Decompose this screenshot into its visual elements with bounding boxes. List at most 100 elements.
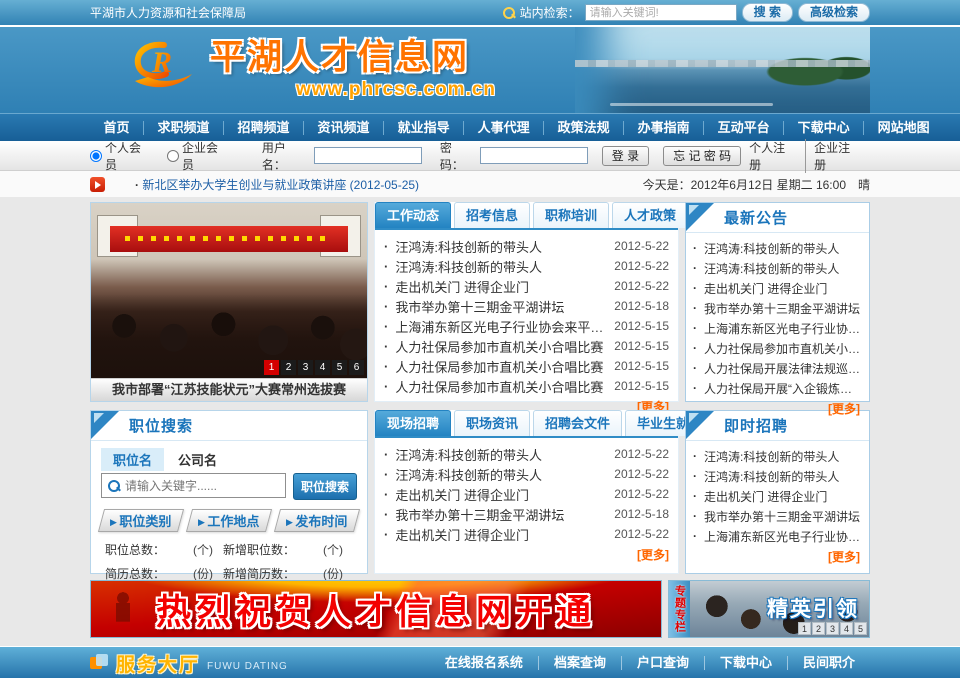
news-link[interactable]: 走出机关门 进得企业门: [395, 277, 608, 296]
notice-link[interactable]: 上海浦东新区光电子行业协会来平考: [704, 320, 862, 337]
instant-recruit-list: · 汪鸿涛:科技创新的带头人 · 汪鸿涛:科技创新的带头人 · 走出机关门 进得…: [686, 441, 869, 546]
recruit-link[interactable]: 走出机关门 进得企业门: [704, 488, 862, 505]
keyword-input[interactable]: [125, 479, 280, 493]
tab-talent-policy[interactable]: 人才政策: [612, 202, 688, 228]
password-label: 密码：: [440, 139, 476, 173]
service-link[interactable]: 户口查询: [621, 656, 704, 670]
company-member-radio-input[interactable]: [167, 150, 179, 162]
recruit-link[interactable]: 上海浦东新区光电子行业协会来平考: [704, 528, 862, 545]
notice-link[interactable]: 汪鸿涛:科技创新的带头人: [704, 240, 862, 257]
site-brand[interactable]: R 平湖人才信息网 www.phrcsc.com.cn: [130, 39, 496, 101]
nav-link[interactable]: 政策法规: [543, 121, 623, 135]
tab-position-name[interactable]: 职位名: [101, 448, 164, 471]
tab-jobfair-files[interactable]: 招聘会文件: [533, 410, 622, 436]
news-link[interactable]: 汪鸿涛:科技创新的带头人: [395, 257, 608, 276]
nav-link[interactable]: 首页: [90, 121, 143, 135]
recruit-news-more-link[interactable]: [更多]: [637, 548, 669, 562]
photo-caption-link[interactable]: 我市部署“江苏技能状元”大赛常州选拔赛: [91, 378, 367, 401]
bullet-icon: ·: [384, 487, 388, 502]
personal-member-radio-input[interactable]: [90, 150, 102, 162]
photo-page-number[interactable]: 1: [264, 360, 279, 375]
photo-page-number[interactable]: 4: [315, 360, 330, 375]
notice-link[interactable]: 人力社保局开展法律法规巡回培训: [704, 360, 862, 377]
news-link[interactable]: 走出机关门 进得企业门: [395, 485, 608, 504]
conference-photo[interactable]: 123456: [91, 203, 367, 378]
search-icon: [502, 6, 515, 19]
service-link[interactable]: 民间职介: [787, 656, 870, 670]
recruit-link[interactable]: 汪鸿涛:科技创新的带头人: [704, 468, 862, 485]
job-filter-button[interactable]: 职位类别: [98, 509, 184, 532]
tab-career-info[interactable]: 职场资讯: [454, 410, 530, 436]
personal-member-radio[interactable]: 个人会员: [90, 139, 153, 173]
nav-link[interactable]: 人事代理: [463, 121, 543, 135]
job-filter-button[interactable]: 工作地点: [186, 509, 272, 532]
bullet-icon: ·: [693, 361, 697, 375]
tab-title-training[interactable]: 职称培训: [533, 202, 609, 228]
photo-page-number[interactable]: 3: [298, 360, 313, 375]
nav-link[interactable]: 资讯频道: [303, 121, 383, 135]
nav-link[interactable]: 下载中心: [783, 121, 863, 135]
bullet-icon: ·: [693, 489, 697, 503]
news-link[interactable]: 人力社保局参加市直机关小合唱比赛: [395, 377, 608, 396]
news-link[interactable]: 我市举办第十三期金平湖讲坛: [395, 297, 608, 316]
nav-link[interactable]: 就业指导: [383, 121, 463, 135]
site-search-button[interactable]: 搜 索: [742, 3, 793, 22]
nav-link[interactable]: 互动平台: [703, 121, 783, 135]
notice-link[interactable]: 走出机关门 进得企业门: [704, 280, 862, 297]
news-list-item: · 走出机关门 进得企业门 2012-5-22: [384, 524, 669, 544]
news-date: 2012-5-22: [614, 487, 669, 501]
job-stat-unit: (个): [295, 541, 353, 558]
news-list-item: · 走出机关门 进得企业门 2012-5-22: [384, 276, 669, 296]
banner-page-number[interactable]: 2: [812, 622, 825, 635]
forgot-password-button[interactable]: 忘 记 密 码: [663, 146, 741, 166]
register-link[interactable]: 企业注册: [805, 139, 870, 173]
special-column-banner[interactable]: 专题专栏 精英引领 12345: [668, 580, 870, 638]
service-link[interactable]: 下载中心: [704, 656, 787, 670]
job-filter-button[interactable]: 发布时间: [274, 509, 360, 532]
service-link[interactable]: 在线报名系统: [430, 656, 538, 670]
notice-link[interactable]: 人力社保局参加市直机关小合唱比赛: [704, 340, 862, 357]
tab-work-news[interactable]: 工作动态: [375, 202, 451, 228]
company-member-radio[interactable]: 企业会员: [167, 139, 230, 173]
news-link[interactable]: 我市举办第十三期金平湖讲坛: [395, 505, 608, 524]
notice-link[interactable]: 人力社保局开展“入企锻炼提素质”: [704, 380, 862, 397]
photo-page-number[interactable]: 2: [281, 360, 296, 375]
news-link[interactable]: 汪鸿涛:科技创新的带头人: [395, 465, 608, 484]
news-link[interactable]: 汪鸿涛:科技创新的带头人: [395, 445, 608, 464]
celebration-banner[interactable]: 热烈祝贺人才信息网开通: [90, 580, 662, 638]
tab-company-name[interactable]: 公司名: [166, 448, 229, 471]
recruit-link[interactable]: 我市举办第十三期金平湖讲坛: [704, 508, 862, 525]
news-link[interactable]: 人力社保局参加市直机关小合唱比赛: [395, 357, 608, 376]
photo-page-number[interactable]: 5: [332, 360, 347, 375]
recruit-link[interactable]: 汪鸿涛:科技创新的带头人: [704, 448, 862, 465]
tab-exam-info[interactable]: 招考信息: [454, 202, 530, 228]
job-search-button[interactable]: 职位搜索: [293, 473, 357, 500]
nav-link[interactable]: 办事指南: [623, 121, 703, 135]
username-field[interactable]: [314, 147, 422, 164]
service-link[interactable]: 档案查询: [538, 656, 621, 670]
advanced-search-button[interactable]: 高级检索: [798, 3, 870, 22]
tab-onsite-recruit[interactable]: 现场招聘: [375, 410, 451, 436]
register-link[interactable]: 个人注册: [741, 139, 805, 173]
password-field[interactable]: [480, 147, 588, 164]
photo-pagination: 123456: [264, 360, 364, 375]
notice-link[interactable]: 汪鸿涛:科技创新的带头人: [704, 260, 862, 277]
news-link[interactable]: 走出机关门 进得企业门: [395, 525, 608, 544]
login-button[interactable]: 登 录: [602, 146, 649, 166]
nav-link[interactable]: 招聘频道: [223, 121, 303, 135]
banner-page-number[interactable]: 5: [854, 622, 867, 635]
banner-page-number[interactable]: 4: [840, 622, 853, 635]
ticker-headline[interactable]: 新北区举办大学生创业与就业政策讲座 (2012-05-25): [135, 176, 419, 193]
nav-link[interactable]: 网站地图: [863, 121, 943, 135]
news-link[interactable]: 上海浦东新区光电子行业协会来平考察: [395, 317, 608, 336]
photo-page-number[interactable]: 6: [349, 360, 364, 375]
site-search-input[interactable]: [585, 4, 737, 21]
instant-more-link[interactable]: [更多]: [828, 550, 860, 564]
notice-link[interactable]: 我市举办第十三期金平湖讲坛: [704, 300, 862, 317]
banner-page-number[interactable]: 3: [826, 622, 839, 635]
news-link[interactable]: 汪鸿涛:科技创新的带头人: [395, 237, 608, 256]
banner-page-number[interactable]: 1: [798, 622, 811, 635]
news-link[interactable]: 人力社保局参加市直机关小合唱比赛: [395, 337, 608, 356]
main-nav-items: 首页求职频道招聘频道资讯频道就业指导人事代理政策法规办事指南互动平台下载中心网站…: [90, 114, 870, 141]
nav-link[interactable]: 求职频道: [143, 121, 223, 135]
